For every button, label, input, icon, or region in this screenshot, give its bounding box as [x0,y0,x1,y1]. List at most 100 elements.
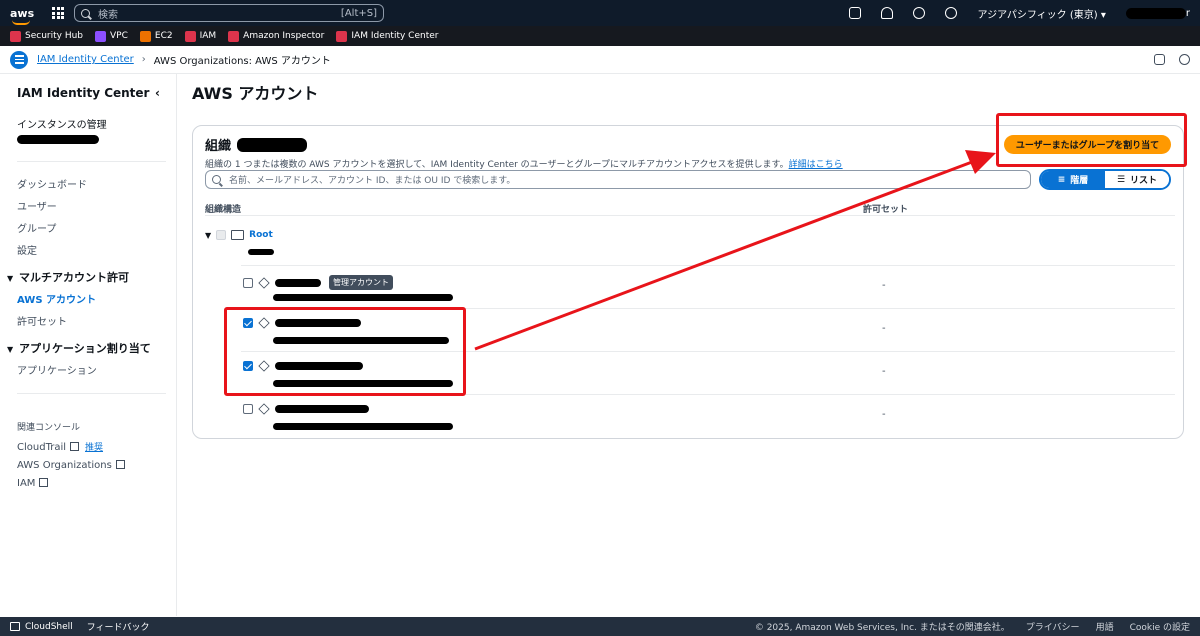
account-permission-sets: - [882,280,886,291]
panel-description-text: 組織の 1 つまたは複数の AWS アカウントを選択して、IAM Identit… [205,160,789,170]
favorite-label: EC2 [154,31,173,41]
section-label: マルチアカウント許可 [19,271,129,284]
sidebar-item-permission-sets[interactable]: 許可セット [17,313,176,328]
account-row[interactable]: 管理アカウント - [241,265,1175,308]
favorite-vpc[interactable]: VPC [95,30,128,42]
iam-icon [184,30,196,42]
link-label: AWS Organizations [17,460,112,471]
learn-more-link[interactable]: 詳細はこちら [789,160,843,170]
sidebar-link-iam[interactable]: IAM [17,478,176,489]
aws-logo[interactable]: aws [10,6,36,25]
breadcrumb-separator-icon: › [141,54,146,65]
page-title: AWS アカウント [192,84,319,103]
redacted-account-name [275,278,321,287]
view-hierarchy-button[interactable]: ≡ 階層 [1041,171,1105,188]
account-row[interactable]: - [241,394,1175,437]
account-menu-suffix: r [1185,7,1190,19]
timer-icon[interactable] [1179,54,1190,65]
redacted-instance-name [17,135,99,144]
sidebar-title: IAM Identity Center [17,86,150,100]
favorite-security-hub[interactable]: Security Hub [10,30,83,42]
favorite-label: Amazon Inspector [243,31,325,41]
external-link-icon [70,442,79,451]
account-permission-sets: - [882,409,886,420]
search-shortcut: [Alt+S] [340,7,377,19]
favorite-label: IAM Identity Center [351,31,439,41]
search-icon [212,175,221,184]
root-link[interactable]: Root [249,230,273,240]
account-menu[interactable]: r [1125,7,1190,19]
redacted-account-details [273,423,453,430]
sidebar-link-organizations[interactable]: AWS Organizations [17,460,176,471]
account-permission-sets: - [882,366,886,377]
root-checkbox [216,230,227,240]
account-cube-icon [258,403,270,415]
hamburger-menu-icon[interactable] [10,50,28,69]
favorites-bar: Security Hub VPC EC2 IAM Amazon Inspecto… [0,26,1200,46]
highlight-selected-accounts [224,307,466,396]
account-search-input[interactable]: 名前、メールアドレス、アカウント ID、または OU ID で検索します。 [205,170,1031,189]
aws-logo-text: aws [10,6,35,20]
hierarchy-icon: ≡ [1057,174,1066,185]
highlight-assign-button [996,113,1187,167]
external-link-icon [115,460,125,469]
recommended-badge[interactable]: 推奨 [85,443,103,453]
redacted-account-name [275,405,369,413]
search-icon [81,8,90,18]
search-placeholder: 名前、メールアドレス、アカウント ID、または OU ID で検索します。 [229,176,516,186]
services-grid-icon[interactable] [52,7,64,19]
footer-cookie-link[interactable]: Cookie の設定 [1130,620,1190,633]
breadcrumb-root-link[interactable]: IAM Identity Center [37,54,134,65]
footer-feedback[interactable]: フィードバック [87,620,150,633]
info-panel-icon[interactable] [1154,54,1165,65]
footer-cloudshell[interactable]: CloudShell [10,622,73,632]
sidebar-item-dashboard[interactable]: ダッシュボード [17,176,176,191]
management-account-badge: 管理アカウント [329,275,393,290]
expand-caret-icon[interactable]: ▼ [205,231,211,240]
notifications-bell-icon[interactable] [881,7,894,19]
column-header-structure: 組織構造 [205,205,242,215]
view-list-button[interactable]: ☰ リスト [1105,171,1169,188]
footer-privacy-link[interactable]: プライバシー [1026,620,1080,633]
sidebar-item-users[interactable]: ユーザー [17,198,176,213]
footer-terms-link[interactable]: 用語 [1096,620,1114,633]
instance-management-label: インスタンスの管理 [17,120,107,131]
external-link-icon [39,478,49,487]
settings-gear-icon[interactable] [945,7,958,19]
sidebar-item-groups[interactable]: グループ [17,220,176,235]
panel-description: 組織の 1 つまたは複数の AWS アカウントを選択して、IAM Identit… [205,157,843,170]
sidebar-section-app-assignments[interactable]: ▼ アプリケーション割り当て [7,340,176,356]
region-selector[interactable]: アジアパシフィック (東京) ▾ [977,6,1105,21]
column-header-permission-sets: 許可セット [863,205,909,215]
sidebar-section-multi-account[interactable]: ▼ マルチアカウント許可 [7,269,176,285]
list-icon: ☰ [1116,174,1126,185]
sidebar-item-applications[interactable]: アプリケーション [17,362,176,377]
caret-down-icon: ▼ [7,274,14,283]
view-hierarchy-label: 階層 [1070,176,1089,186]
account-checkbox[interactable] [243,404,253,414]
help-icon[interactable] [913,7,926,19]
redacted-account-details [273,294,453,301]
sidebar-item-settings[interactable]: 設定 [17,242,176,257]
section-label: アプリケーション割り当て [19,342,151,355]
footer: CloudShell フィードバック © 2025, Amazon Web Se… [0,617,1200,636]
panel-title: 組織 [205,139,232,154]
redacted-org-name [237,137,308,152]
favorite-amazon-inspector[interactable]: Amazon Inspector [228,30,325,42]
caret-down-icon: ▼ [7,345,14,354]
global-search-input[interactable]: 検索 [Alt+S] [74,4,384,22]
favorite-label: VPC [110,31,128,41]
top-navigation: aws 検索 [Alt+S] アジアパシフィック (東京) ▾ r [0,0,1200,26]
cloudshell-icon[interactable] [849,7,862,19]
footer-copyright: © 2025, Amazon Web Services, Inc. またはその関… [754,623,1010,633]
collapse-sidebar-icon[interactable]: ‹ [155,86,160,100]
account-checkbox[interactable] [243,277,253,288]
cloudshell-icon [10,622,20,631]
favorite-iam-identity-center[interactable]: IAM Identity Center [336,30,439,42]
favorite-ec2[interactable]: EC2 [139,30,173,42]
sidebar-link-cloudtrail[interactable]: CloudTrail 推奨 [17,440,176,453]
favorite-label: IAM [199,31,217,41]
sidebar-item-aws-accounts[interactable]: AWS アカウント [17,291,176,306]
ec2-icon [139,30,151,42]
favorite-iam[interactable]: IAM [184,30,217,42]
